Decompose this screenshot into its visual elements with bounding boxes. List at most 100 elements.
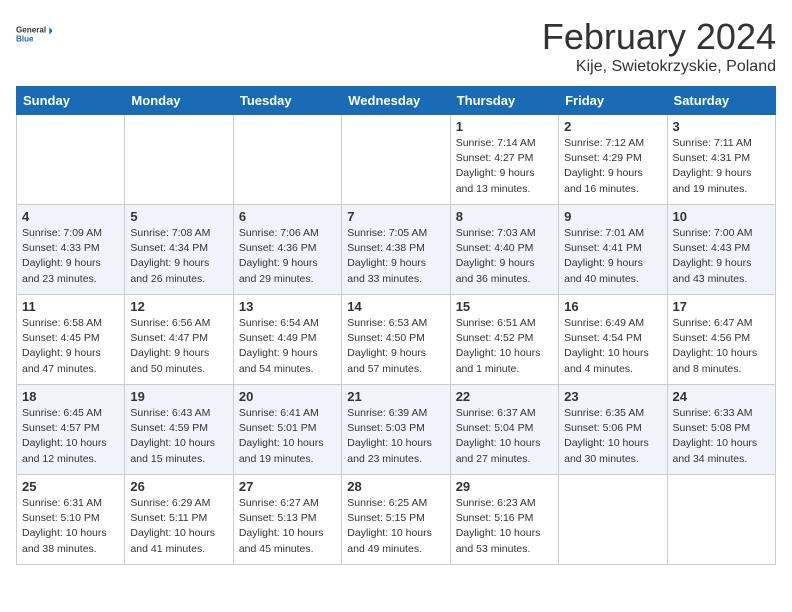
calendar-cell: 26 Sunrise: 6:29 AMSunset: 5:11 PMDayligh… [125,475,233,565]
calendar-cell [559,475,667,565]
day-info: Sunrise: 6:43 AMSunset: 4:59 PMDaylight:… [130,406,227,467]
day-number: 13 [239,299,336,314]
day-number: 7 [347,209,444,224]
day-info: Sunrise: 7:00 AMSunset: 4:43 PMDaylight:… [673,226,770,287]
calendar-table: Sunday Monday Tuesday Wednesday Thursday… [16,86,776,565]
day-info: Sunrise: 6:56 AMSunset: 4:47 PMDaylight:… [130,316,227,377]
day-info: Sunrise: 7:01 AMSunset: 4:41 PMDaylight:… [564,226,661,287]
calendar-cell: 9 Sunrise: 7:01 AMSunset: 4:41 PMDaylight… [559,205,667,295]
day-number: 9 [564,209,661,224]
day-info: Sunrise: 7:11 AMSunset: 4:31 PMDaylight:… [673,136,770,197]
day-info: Sunrise: 7:05 AMSunset: 4:38 PMDaylight:… [347,226,444,287]
svg-text:General: General [16,26,46,35]
day-info: Sunrise: 7:08 AMSunset: 4:34 PMDaylight:… [130,226,227,287]
calendar-cell: 16 Sunrise: 6:49 AMSunset: 4:54 PMDayligh… [559,295,667,385]
calendar-cell: 8 Sunrise: 7:03 AMSunset: 4:40 PMDaylight… [450,205,558,295]
day-info: Sunrise: 6:33 AMSunset: 5:08 PMDaylight:… [673,406,770,467]
calendar-cell: 6Sunrise: 7:06 AMSunset: 4:36 PMDaylight… [233,205,341,295]
day-info: Sunrise: 6:27 AMSunset: 5:13 PMDaylight:… [239,496,336,557]
day-info: Sunrise: 6:47 AMSunset: 4:56 PMDaylight:… [673,316,770,377]
day-info: Sunrise: 6:25 AMSunset: 5:15 PMDaylight:… [347,496,444,557]
calendar-body: 1 Sunrise: 7:14 AMSunset: 4:27 PMDaylight… [17,115,776,565]
day-number: 24 [673,389,770,404]
day-number: 21 [347,389,444,404]
day-info: Sunrise: 6:41 AMSunset: 5:01 PMDaylight:… [239,406,336,467]
day-number: 22 [456,389,553,404]
day-info: Sunrise: 7:03 AMSunset: 4:40 PMDaylight:… [456,226,553,287]
day-info: Sunrise: 7:12 AMSunset: 4:29 PMDaylight:… [564,136,661,197]
calendar-cell: 28Sunrise: 6:25 AMSunset: 5:15 PMDayligh… [342,475,450,565]
calendar-cell [125,115,233,205]
calendar-cell: 10 Sunrise: 7:00 AMSunset: 4:43 PMDayligh… [667,205,775,295]
day-info: Sunrise: 6:54 AMSunset: 4:49 PMDaylight:… [239,316,336,377]
calendar-cell: 24 Sunrise: 6:33 AMSunset: 5:08 PMDayligh… [667,385,775,475]
day-info: Sunrise: 6:31 AMSunset: 5:10 PMDaylight:… [22,496,119,557]
day-number: 16 [564,299,661,314]
calendar-cell [667,475,775,565]
calendar-cell: 18 Sunrise: 6:45 AMSunset: 4:57 PMDayligh… [17,385,125,475]
calendar-cell [233,115,341,205]
col-sunday: Sunday [17,87,125,115]
day-number: 27 [239,479,336,494]
logo-svg: General Blue [16,16,52,52]
week-row-5: 25 Sunrise: 6:31 AMSunset: 5:10 PMDayligh… [17,475,776,565]
calendar-cell: 4 Sunrise: 7:09 AMSunset: 4:33 PMDaylight… [17,205,125,295]
day-info: Sunrise: 7:14 AMSunset: 4:27 PMDaylight:… [456,136,553,197]
calendar-cell: 5Sunrise: 7:08 AMSunset: 4:34 PMDaylight… [125,205,233,295]
col-saturday: Saturday [667,87,775,115]
calendar-cell: 1 Sunrise: 7:14 AMSunset: 4:27 PMDaylight… [450,115,558,205]
day-number: 19 [130,389,227,404]
day-number: 3 [673,119,770,134]
calendar-cell: 25 Sunrise: 6:31 AMSunset: 5:10 PMDayligh… [17,475,125,565]
day-number: 26 [130,479,227,494]
calendar-cell [342,115,450,205]
header-row: Sunday Monday Tuesday Wednesday Thursday… [17,87,776,115]
day-info: Sunrise: 6:49 AMSunset: 4:54 PMDaylight:… [564,316,661,377]
day-number: 20 [239,389,336,404]
calendar-cell: 20 Sunrise: 6:41 AMSunset: 5:01 PMDayligh… [233,385,341,475]
day-info: Sunrise: 6:23 AMSunset: 5:16 PMDaylight:… [456,496,553,557]
day-number: 15 [456,299,553,314]
day-info: Sunrise: 6:45 AMSunset: 4:57 PMDaylight:… [22,406,119,467]
page-header: General Blue February 2024 Kije, Swietok… [16,16,776,76]
calendar-cell: 19 Sunrise: 6:43 AMSunset: 4:59 PMDayligh… [125,385,233,475]
day-number: 12 [130,299,227,314]
day-info: Sunrise: 7:09 AMSunset: 4:33 PMDaylight:… [22,226,119,287]
col-tuesday: Tuesday [233,87,341,115]
day-number: 29 [456,479,553,494]
calendar-cell [17,115,125,205]
week-row-2: 4 Sunrise: 7:09 AMSunset: 4:33 PMDaylight… [17,205,776,295]
calendar-cell: 21Sunrise: 6:39 AMSunset: 5:03 PMDayligh… [342,385,450,475]
day-info: Sunrise: 6:37 AMSunset: 5:04 PMDaylight:… [456,406,553,467]
week-row-1: 1 Sunrise: 7:14 AMSunset: 4:27 PMDaylight… [17,115,776,205]
day-info: Sunrise: 6:53 AMSunset: 4:50 PMDaylight:… [347,316,444,377]
week-row-4: 18 Sunrise: 6:45 AMSunset: 4:57 PMDayligh… [17,385,776,475]
logo: General Blue [16,16,52,52]
day-number: 4 [22,209,119,224]
day-number: 10 [673,209,770,224]
day-number: 2 [564,119,661,134]
calendar-header: Sunday Monday Tuesday Wednesday Thursday… [17,87,776,115]
calendar-cell: 14 Sunrise: 6:53 AMSunset: 4:50 PMDayligh… [342,295,450,385]
calendar-cell: 17 Sunrise: 6:47 AMSunset: 4:56 PMDayligh… [667,295,775,385]
calendar-cell: 23Sunrise: 6:35 AMSunset: 5:06 PMDayligh… [559,385,667,475]
day-info: Sunrise: 6:29 AMSunset: 5:11 PMDaylight:… [130,496,227,557]
day-number: 11 [22,299,119,314]
calendar-cell: 22 Sunrise: 6:37 AMSunset: 5:04 PMDayligh… [450,385,558,475]
calendar-title: February 2024 [542,16,776,58]
day-number: 14 [347,299,444,314]
day-number: 18 [22,389,119,404]
title-area: February 2024 Kije, Swietokrzyskie, Pola… [542,16,776,76]
day-number: 8 [456,209,553,224]
svg-text:Blue: Blue [16,35,34,44]
calendar-cell: 2 Sunrise: 7:12 AMSunset: 4:29 PMDaylight… [559,115,667,205]
calendar-cell: 7 Sunrise: 7:05 AMSunset: 4:38 PMDaylight… [342,205,450,295]
day-number: 25 [22,479,119,494]
col-thursday: Thursday [450,87,558,115]
calendar-cell: 3 Sunrise: 7:11 AMSunset: 4:31 PMDaylight… [667,115,775,205]
day-info: Sunrise: 6:35 AMSunset: 5:06 PMDaylight:… [564,406,661,467]
calendar-cell: 13 Sunrise: 6:54 AMSunset: 4:49 PMDayligh… [233,295,341,385]
week-row-3: 11Sunrise: 6:58 AMSunset: 4:45 PMDayligh… [17,295,776,385]
day-number: 17 [673,299,770,314]
day-number: 1 [456,119,553,134]
